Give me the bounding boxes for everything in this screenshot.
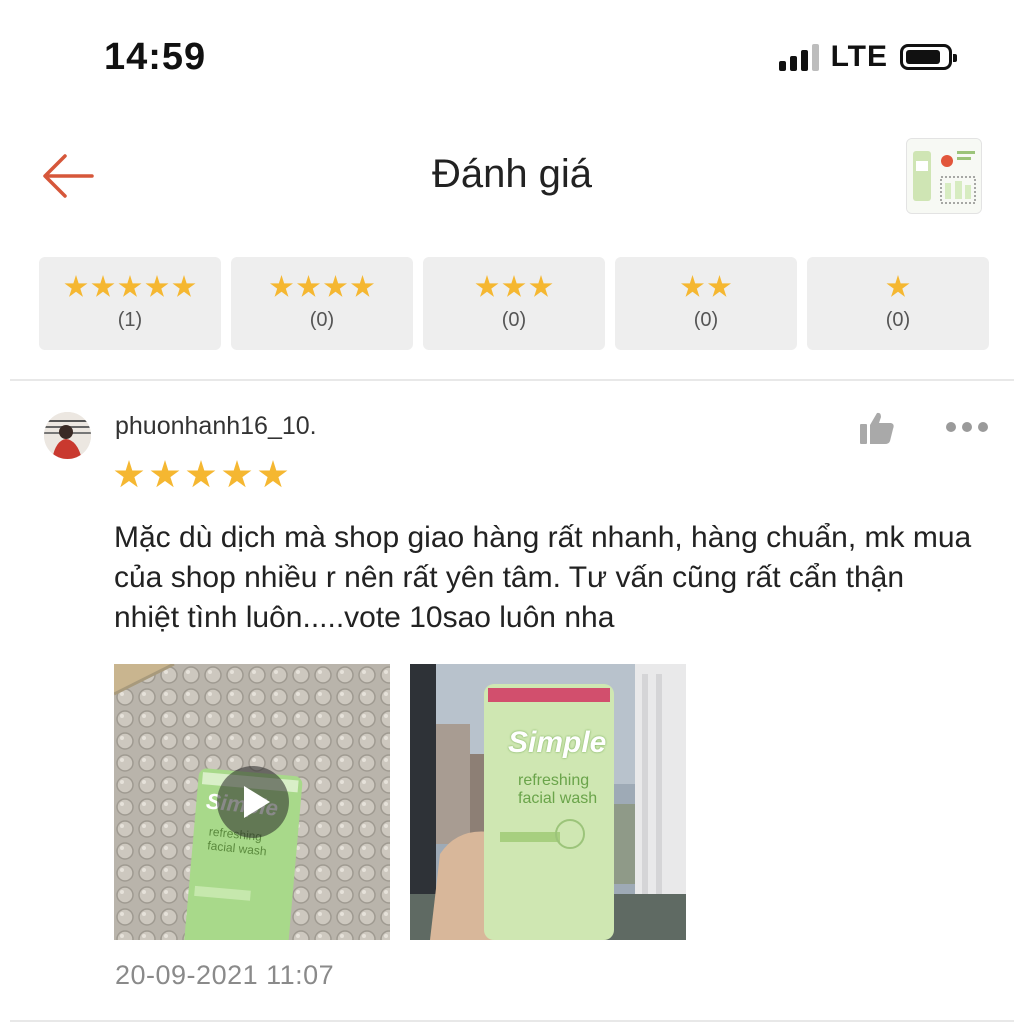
battery-icon <box>900 44 957 70</box>
star-icon <box>258 460 288 488</box>
star-icon <box>529 275 553 297</box>
star-icon <box>186 460 216 488</box>
photo-brand-label: Simple <box>508 726 607 759</box>
star-icon <box>296 275 321 297</box>
more-dots-icon <box>946 422 956 432</box>
star-icon <box>91 275 115 297</box>
chip-stars <box>475 275 553 299</box>
star-icon <box>269 275 294 297</box>
product-thumbnail[interactable] <box>906 138 982 214</box>
rating-count: (0) <box>501 309 527 331</box>
product-image <box>907 139 981 213</box>
star-icon <box>145 275 169 297</box>
page-title: Đánh giá <box>431 152 593 196</box>
rating-filter-5-star[interactable]: (1) <box>39 257 221 350</box>
star-icon <box>114 460 144 488</box>
rating-filter-bar: (1) (0) (0) (0) (0) <box>39 257 989 350</box>
star-icon <box>150 460 180 488</box>
chip-stars <box>886 275 910 299</box>
star-icon <box>886 275 910 297</box>
divider <box>10 379 1014 381</box>
rating-filter-1-star[interactable]: (0) <box>807 257 989 350</box>
status-time: 14:59 <box>104 36 207 78</box>
user-avatar-image <box>44 412 91 459</box>
rating-filter-3-star[interactable]: (0) <box>423 257 605 350</box>
rating-count: (0) <box>885 309 911 331</box>
review-timestamp: 20-09-2021 11:07 <box>115 960 335 990</box>
review-rating <box>114 460 288 490</box>
star-icon <box>222 460 252 488</box>
rating-count: (0) <box>693 309 719 331</box>
photo-caption-label: refreshing facial wash <box>518 772 598 807</box>
more-options-button[interactable] <box>946 422 988 434</box>
status-indicators: LTE <box>778 40 957 74</box>
rating-filter-4-star[interactable]: (0) <box>231 257 413 350</box>
review-text: Mặc dù dịch mà shop giao hàng rất nhanh,… <box>114 521 972 634</box>
thumbs-up-icon <box>860 412 894 444</box>
review-photo-thumbnail[interactable]: Simple refreshing facial wash <box>410 664 686 940</box>
play-button[interactable] <box>217 766 289 838</box>
chip-stars <box>269 275 375 299</box>
star-icon <box>475 275 499 297</box>
like-button[interactable] <box>858 410 896 446</box>
review-username[interactable]: phuonhanh16_10. <box>115 412 317 441</box>
star-icon <box>323 275 348 297</box>
star-icon <box>707 275 732 297</box>
chip-stars <box>680 275 732 299</box>
chip-stars <box>64 275 196 299</box>
rating-count: (0) <box>309 309 335 331</box>
rating-filter-2-star[interactable]: (0) <box>615 257 797 350</box>
play-icon <box>244 786 270 818</box>
star-icon <box>118 275 142 297</box>
divider <box>10 1020 1014 1022</box>
star-icon <box>64 275 88 297</box>
star-icon <box>350 275 375 297</box>
rating-count: (1) <box>117 309 143 331</box>
avatar[interactable] <box>44 412 91 459</box>
signal-icon <box>778 43 819 71</box>
star-icon <box>502 275 526 297</box>
network-label: LTE <box>830 40 888 73</box>
star-icon <box>680 275 705 297</box>
star-icon <box>172 275 196 297</box>
